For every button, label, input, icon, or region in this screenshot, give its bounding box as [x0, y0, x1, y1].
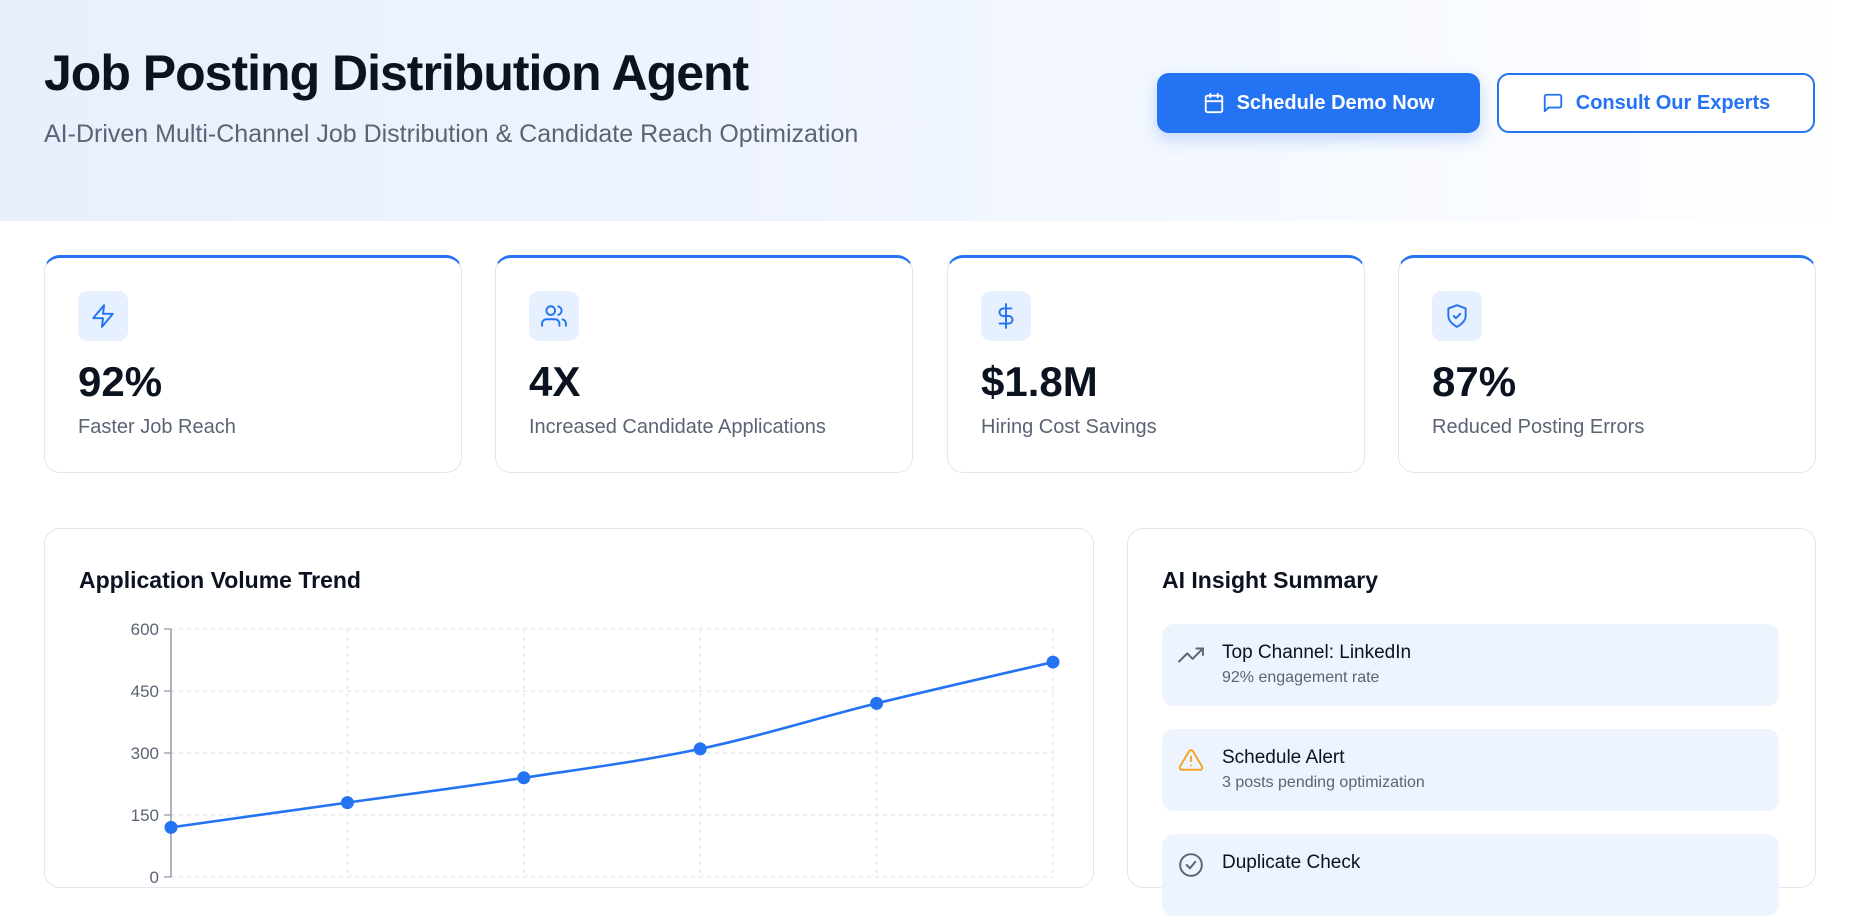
consult-experts-label: Consult Our Experts [1575, 91, 1771, 114]
schedule-demo-button[interactable]: Schedule Demo Now [1157, 73, 1480, 133]
insight-title: Top Channel: LinkedIn [1222, 642, 1412, 663]
insight-item-top-channel[interactable]: Top Channel: LinkedIn 92% engagement rat… [1162, 624, 1779, 706]
insight-detail: 92% engagement rate [1222, 669, 1380, 686]
shield-check-icon [1447, 304, 1467, 328]
stat-value: 92% [78, 358, 163, 405]
data-point [1046, 655, 1060, 669]
application-trend-panel: Application Volume Trend 0 150 300 450 600 [44, 528, 1094, 888]
y-tick-label: 600 [131, 620, 159, 639]
stat-label: Hiring Cost Savings [981, 416, 1157, 438]
series-line [170, 660, 1054, 829]
check-circle-icon [1179, 853, 1203, 877]
insight-title: Schedule Alert [1222, 747, 1345, 768]
stat-label: Faster Job Reach [78, 416, 236, 438]
data-point [164, 820, 178, 834]
stat-card-job-reach: 92% Faster Job Reach [44, 255, 462, 473]
y-tick-label: 450 [131, 682, 159, 701]
users-icon [541, 305, 567, 327]
insight-panel-title: AI Insight Summary [1162, 567, 1378, 593]
data-point [340, 796, 354, 810]
data-point [870, 696, 884, 710]
stat-card-cost-savings: $1.8M Hiring Cost Savings [947, 255, 1365, 473]
insight-title: Duplicate Check [1222, 852, 1361, 873]
y-tick-label: 300 [131, 744, 159, 763]
insight-item-schedule-alert[interactable]: Schedule Alert 3 posts pending optimizat… [1162, 729, 1779, 811]
warning-icon [1178, 749, 1204, 771]
insight-detail: 3 posts pending optimization [1222, 774, 1425, 791]
application-trend-chart: 0 150 300 450 600 [131, 620, 1060, 887]
consult-experts-button[interactable]: Consult Our Experts [1497, 73, 1815, 133]
stat-value: $1.8M [981, 358, 1098, 405]
y-tick-label: 0 [150, 868, 159, 887]
chat-icon [1543, 93, 1562, 113]
stat-label: Reduced Posting Errors [1432, 416, 1645, 438]
stat-card-posting-errors: 87% Reduced Posting Errors [1398, 255, 1816, 473]
stat-value: 4X [529, 358, 581, 405]
data-point [693, 742, 707, 756]
page-header: Job Posting Distribution Agent AI-Driven… [0, 0, 1860, 221]
stat-value: 87% [1432, 358, 1517, 405]
stat-card-applications: 4X Increased Candidate Applications [495, 255, 913, 473]
lightning-icon [92, 304, 114, 328]
schedule-demo-label: Schedule Demo Now [1236, 91, 1435, 114]
trending-up-icon [1178, 647, 1204, 663]
page-subtitle: AI-Driven Multi-Channel Job Distribution… [44, 120, 859, 148]
data-point [517, 771, 531, 785]
page-title: Job Posting Distribution Agent [44, 45, 749, 101]
calendar-icon [1204, 92, 1223, 114]
dollar-icon [998, 303, 1014, 329]
stat-label: Increased Candidate Applications [529, 416, 826, 438]
insight-item-duplicate-check[interactable]: Duplicate Check [1162, 834, 1779, 916]
y-tick-label: 150 [131, 806, 159, 825]
ai-insight-panel: AI Insight Summary Top Channel: LinkedIn… [1127, 528, 1816, 916]
